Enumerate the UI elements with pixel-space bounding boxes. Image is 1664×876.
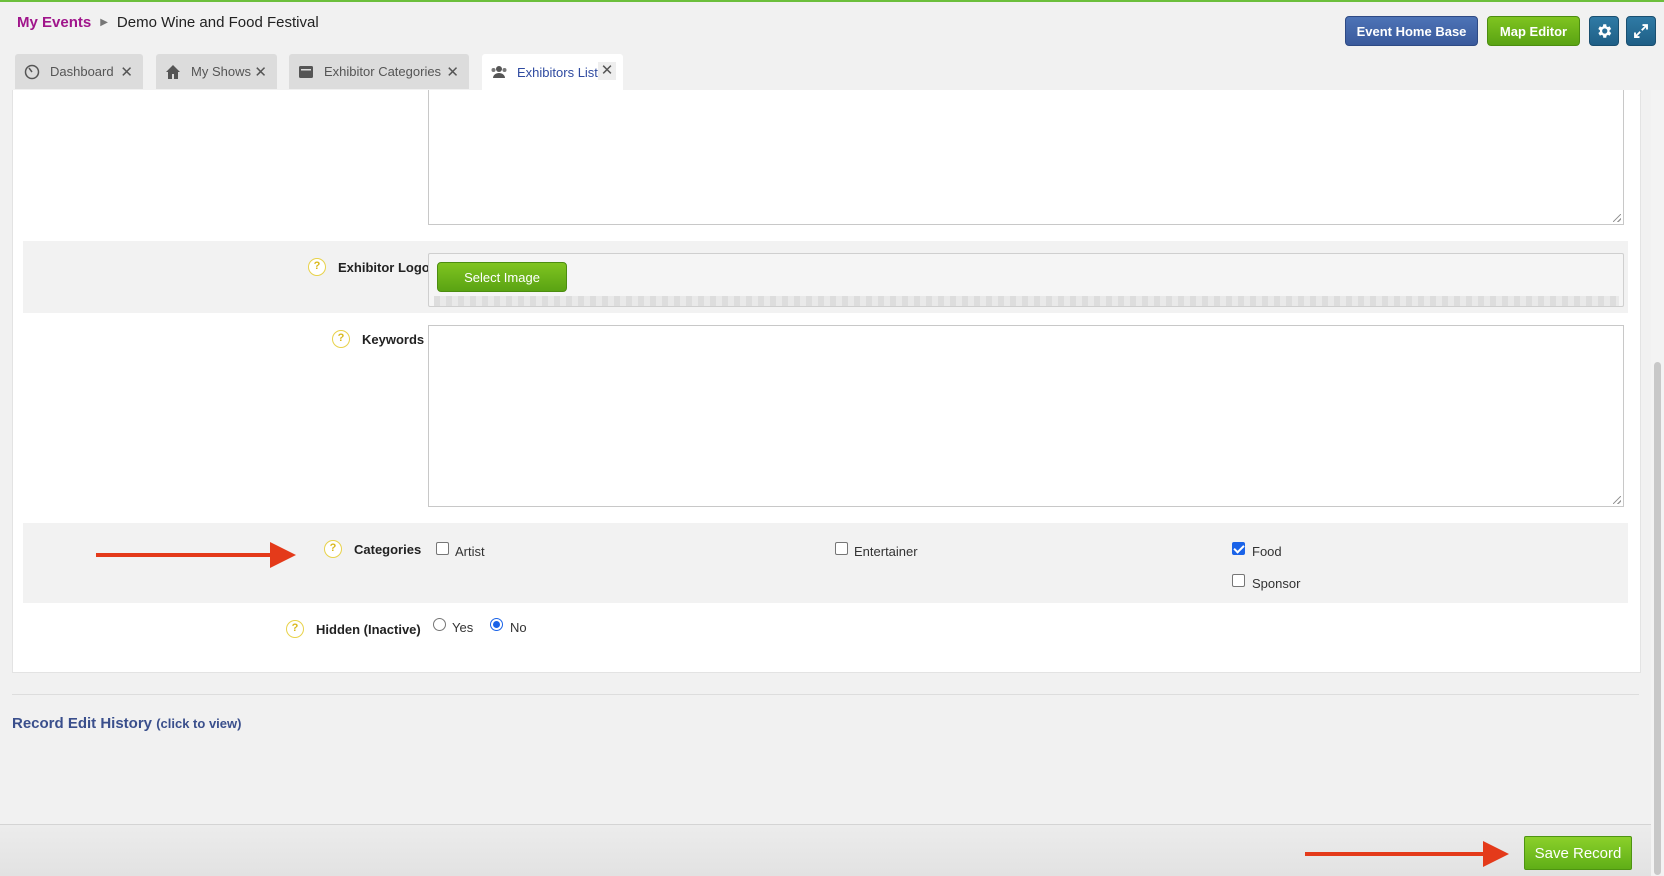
description-textarea[interactable] (428, 90, 1624, 225)
close-icon[interactable]: ✕ (254, 63, 267, 81)
tab-dashboard[interactable]: Dashboard ✕ (15, 54, 143, 89)
tab-my-shows[interactable]: My Shows ✕ (156, 54, 277, 89)
settings-button[interactable] (1589, 16, 1619, 46)
folder-icon (297, 63, 315, 81)
close-icon[interactable]: ✕ (120, 63, 133, 81)
home-icon (164, 63, 182, 81)
record-edit-history-link[interactable]: Record Edit History (click to view) (12, 715, 241, 732)
category-sponsor-label[interactable]: Sponsor (1252, 576, 1300, 591)
close-icon[interactable]: ✕ (446, 63, 459, 81)
help-icon[interactable]: ? (286, 620, 304, 638)
category-artist-checkbox[interactable] (436, 542, 449, 555)
resize-handle[interactable] (1613, 214, 1621, 222)
event-home-base-button[interactable]: Event Home Base (1345, 16, 1478, 46)
annotation-arrow-categories (96, 542, 296, 568)
save-record-button[interactable]: Save Record (1524, 836, 1632, 870)
keywords-textarea[interactable] (428, 325, 1624, 507)
tab-exhibitor-categories[interactable]: Exhibitor Categories ✕ (289, 54, 469, 89)
footer-bar (0, 824, 1651, 876)
resize-handle[interactable] (1613, 496, 1621, 504)
help-icon[interactable]: ? (308, 258, 326, 276)
history-hint: (click to view) (156, 716, 242, 731)
divider (12, 694, 1639, 695)
tab-label: Exhibitors List (517, 64, 598, 80)
select-image-button[interactable]: Select Image (437, 262, 567, 292)
breadcrumb-current: Demo Wine and Food Festival (116, 14, 319, 31)
tab-label: Exhibitor Categories (324, 64, 442, 79)
hidden-no-radio[interactable] (490, 618, 503, 631)
category-sponsor-checkbox[interactable] (1232, 574, 1245, 587)
category-entertainer-label[interactable]: Entertainer (854, 544, 918, 559)
fullscreen-button[interactable] (1626, 16, 1656, 46)
hidden-yes-label[interactable]: Yes (452, 620, 473, 635)
tab-label: Dashboard (50, 64, 114, 79)
exhibitor-logo-label: Exhibitor Logo (338, 260, 430, 275)
category-food-label[interactable]: Food (1252, 544, 1282, 559)
breadcrumb-my-events-link[interactable]: My Events (17, 14, 91, 31)
image-preview-strip (434, 296, 1619, 306)
hidden-yes-radio[interactable] (433, 618, 446, 631)
scrollbar-thumb[interactable] (1654, 362, 1661, 875)
keywords-label: Keywords (362, 332, 425, 347)
tab-exhibitors-list[interactable]: Exhibitors List ✕ (482, 54, 623, 90)
help-icon[interactable]: ? (324, 540, 342, 558)
dashboard-icon (23, 63, 41, 81)
hidden-no-label[interactable]: No (510, 620, 527, 635)
top-accent-line (0, 0, 1664, 2)
annotation-arrow-save (1305, 841, 1509, 867)
help-icon[interactable]: ? (332, 330, 350, 348)
category-entertainer-checkbox[interactable] (835, 542, 848, 555)
gear-icon (1598, 24, 1612, 38)
categories-row (23, 523, 1628, 603)
close-icon[interactable]: ✕ (598, 62, 616, 80)
category-food-checkbox[interactable] (1232, 542, 1245, 555)
users-icon (490, 63, 508, 81)
expand-icon (1634, 24, 1648, 38)
tab-label: My Shows (191, 64, 251, 79)
chevron-right-icon: ▶ (100, 17, 108, 28)
category-artist-label[interactable]: Artist (455, 544, 485, 559)
hidden-inactive-label: Hidden (Inactive) (316, 622, 421, 637)
breadcrumb: My Events ▶ Demo Wine and Food Festival (17, 14, 319, 31)
categories-label: Categories (354, 542, 422, 557)
history-title: Record Edit History (12, 715, 153, 732)
map-editor-button[interactable]: Map Editor (1487, 16, 1580, 46)
